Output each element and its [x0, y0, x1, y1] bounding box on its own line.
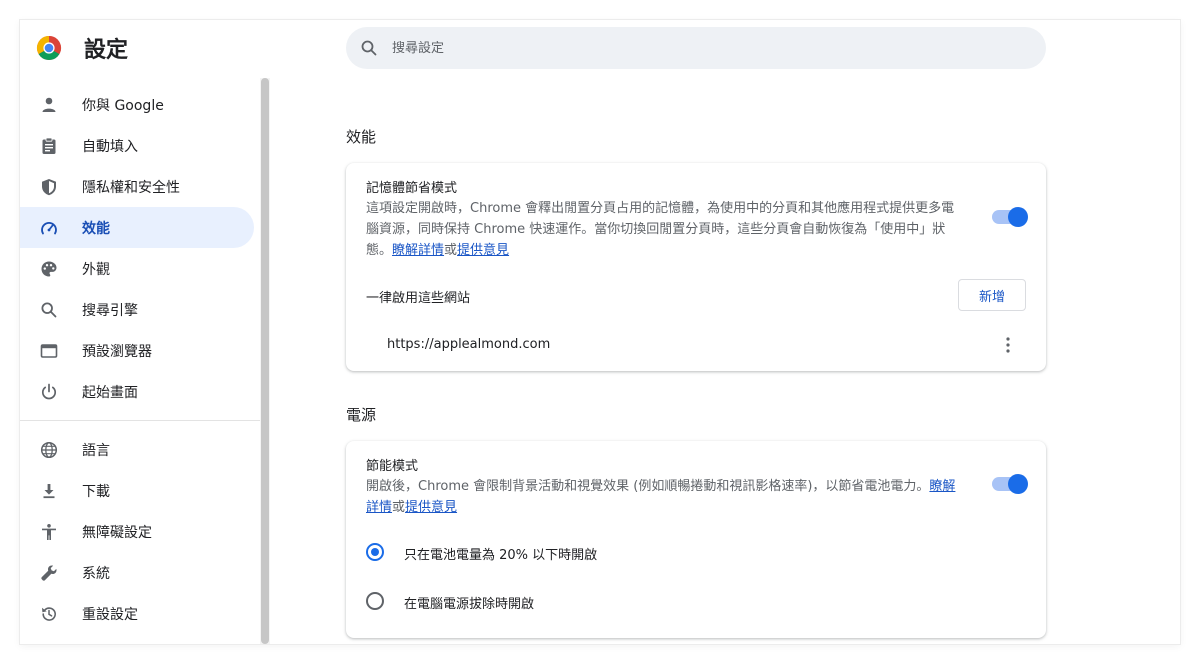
- toggle-knob: [1008, 207, 1028, 227]
- shield-icon: [42, 178, 56, 195]
- memory-saver-title: 記憶體節省模式: [366, 181, 458, 196]
- battery-20-radio[interactable]: [366, 543, 384, 561]
- palette-icon: [41, 261, 57, 276]
- clipboard-icon: [42, 137, 56, 154]
- sidebar-item-label: 搜尋引擎: [82, 302, 138, 319]
- add-site-button[interactable]: 新增: [958, 279, 1026, 311]
- sidebar-item-downloads[interactable]: 下載: [20, 470, 254, 511]
- sidebar-item-languages[interactable]: 語言: [20, 429, 254, 470]
- browser-window-icon: [40, 343, 58, 358]
- header: 設定: [20, 20, 1180, 76]
- energy-saver-toggle[interactable]: [992, 474, 1028, 494]
- or-text: 或: [444, 243, 458, 258]
- toggle-knob: [1008, 474, 1028, 494]
- feedback-link[interactable]: 提供意見: [457, 243, 509, 258]
- sidebar-item-appearance[interactable]: 外觀: [20, 248, 254, 289]
- memory-saver-toggle[interactable]: [992, 207, 1028, 227]
- sidebar-divider: [20, 420, 264, 421]
- sidebar-item-label: 起始畫面: [82, 384, 138, 401]
- power-section-title: 電源: [346, 406, 377, 424]
- sidebar-item-label: 你與 Google: [82, 97, 164, 114]
- speedometer-icon: [41, 221, 57, 234]
- scrollbar-thumb[interactable]: [261, 78, 269, 644]
- unplugged-label: 在電腦電源拔除時開啟: [404, 597, 535, 612]
- sidebar-item-label: 語言: [82, 442, 110, 459]
- sidebar-item-on-startup[interactable]: 起始畫面: [20, 371, 254, 412]
- sidebar: 你與 Google 自動填入 隱私權和安全性 效能 外觀 搜尋引擎 預設瀏覽器 …: [20, 84, 264, 644]
- sidebar-item-label: 系統: [82, 565, 110, 582]
- sidebar-item-label: 重設設定: [82, 606, 138, 623]
- site-url: https://applealmond.com: [387, 337, 551, 352]
- search-bar[interactable]: [346, 27, 1046, 69]
- sidebar-item-search-engine[interactable]: 搜尋引擎: [20, 289, 254, 330]
- sidebar-item-system[interactable]: 系統: [20, 552, 254, 593]
- sidebar-item-accessibility[interactable]: 無障礙設定: [20, 511, 254, 552]
- or-text: 或: [392, 500, 406, 515]
- search-icon: [41, 301, 57, 317]
- chrome-logo-icon: [36, 35, 62, 61]
- person-icon: [42, 97, 56, 112]
- unplugged-radio[interactable]: [366, 592, 384, 610]
- wrench-icon: [41, 565, 57, 581]
- sidebar-item-label: 下載: [82, 483, 110, 500]
- learn-more-link[interactable]: 瞭解詳情: [392, 243, 444, 258]
- search-input[interactable]: [392, 40, 992, 56]
- power-icon: [41, 383, 57, 399]
- sidebar-item-label: 外觀: [82, 261, 110, 278]
- performance-section-title: 效能: [346, 128, 377, 146]
- search-icon: [361, 40, 377, 56]
- sidebar-item-label: 隱私權和安全性: [82, 179, 180, 196]
- sidebar-item-label: 效能: [82, 220, 110, 237]
- energy-saver-description: 開啟後，Chrome 會限制背景活動和視覺效果 (例如順暢捲動和視訊影格速率)，…: [366, 476, 966, 518]
- more-vert-icon[interactable]: [1002, 335, 1014, 355]
- always-active-sites-label: 一律啟用這些網站: [366, 291, 471, 306]
- energy-saver-title: 節能模式: [366, 459, 419, 474]
- sidebar-item-privacy-security[interactable]: 隱私權和安全性: [20, 166, 254, 207]
- sidebar-item-reset-settings[interactable]: 重設設定: [20, 593, 254, 634]
- settings-window: 設定 你與 Google 自動填入: [20, 20, 1180, 644]
- sidebar-item-default-browser[interactable]: 預設瀏覽器: [20, 330, 254, 371]
- download-icon: [43, 483, 55, 498]
- battery-20-label: 只在電池電量為 20% 以下時開啟: [404, 548, 598, 563]
- page-title: 設定: [84, 38, 129, 63]
- main-content: 效能 記憶體節省模式 這項設定開啟時，Chrome 會釋出閒置分頁占用的記憶體，…: [276, 76, 1180, 644]
- sidebar-item-label: 無障礙設定: [82, 524, 152, 541]
- performance-card: 記憶體節省模式 這項設定開啟時，Chrome 會釋出閒置分頁占用的記憶體，為使用…: [346, 163, 1046, 371]
- sidebar-item-you-and-google[interactable]: 你與 Google: [20, 84, 254, 125]
- memory-saver-description: 這項設定開啟時，Chrome 會釋出閒置分頁占用的記憶體，為使用中的分頁和其他應…: [366, 198, 966, 261]
- sidebar-item-label: 自動填入: [82, 138, 138, 155]
- sidebar-scrollbar[interactable]: [260, 78, 270, 644]
- feedback-link[interactable]: 提供意見: [405, 500, 457, 515]
- reset-history-icon: [42, 606, 56, 621]
- globe-icon: [40, 441, 58, 458]
- accessibility-icon: [42, 523, 56, 540]
- sidebar-item-autofill[interactable]: 自動填入: [20, 125, 254, 166]
- power-card: 節能模式 開啟後，Chrome 會限制背景活動和視覺效果 (例如順暢捲動和視訊影…: [346, 441, 1046, 638]
- energy-saver-description-text: 開啟後，Chrome 會限制背景活動和視覺效果 (例如順暢捲動和視訊影格速率)，…: [366, 479, 930, 494]
- sidebar-item-performance[interactable]: 效能: [20, 207, 254, 248]
- sidebar-item-label: 預設瀏覽器: [82, 343, 152, 360]
